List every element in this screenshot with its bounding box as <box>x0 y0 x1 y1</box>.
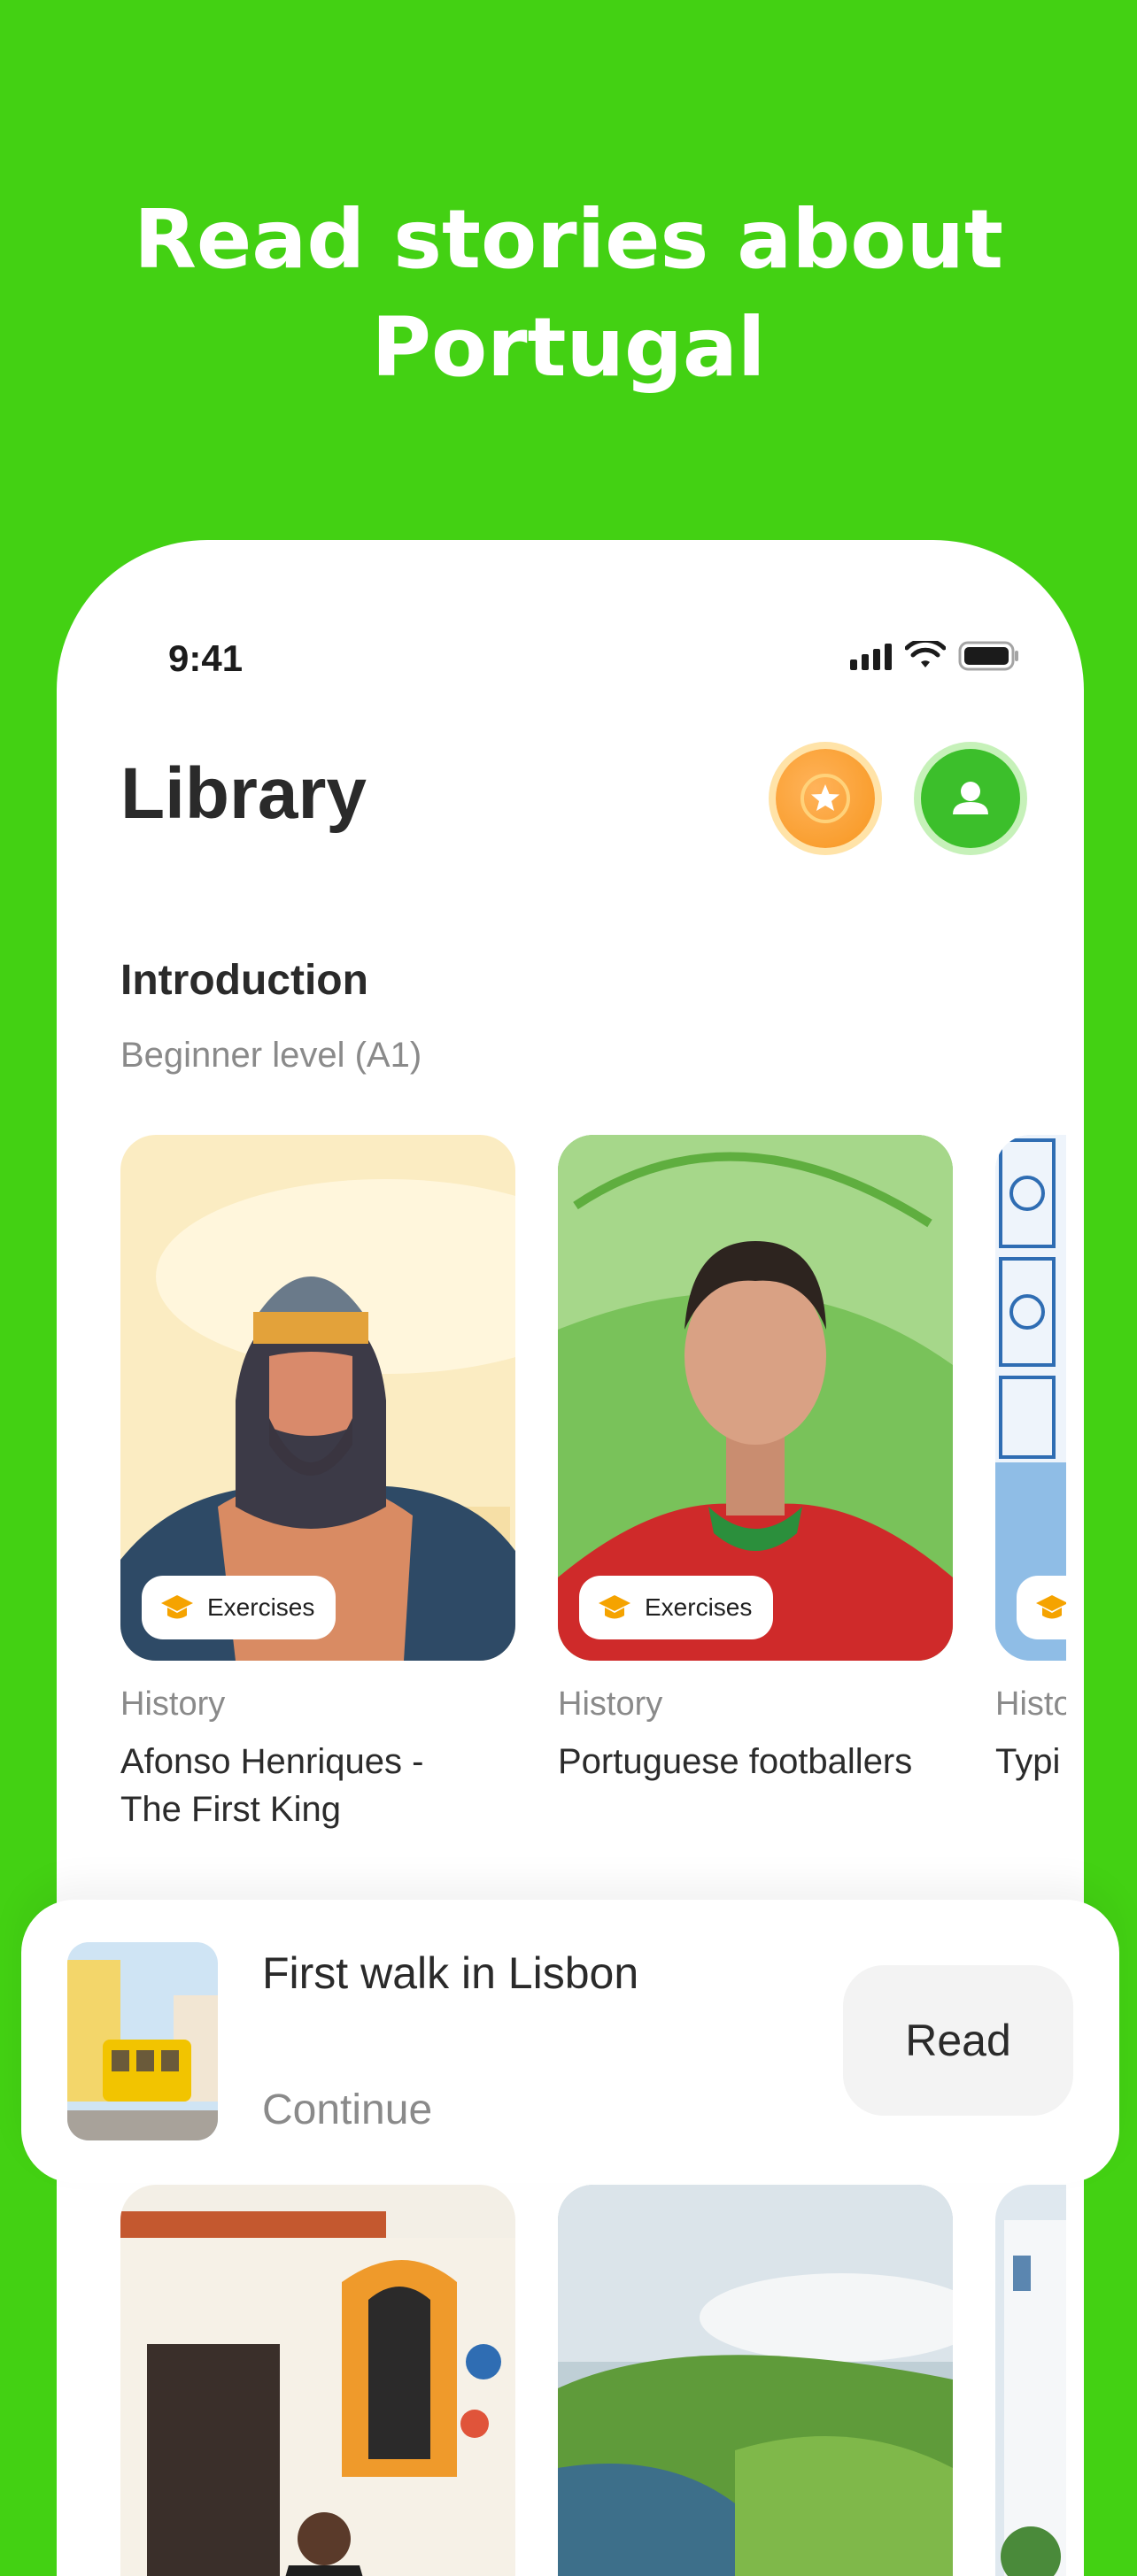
profile-icon <box>953 782 988 814</box>
star-icon <box>801 774 850 823</box>
story-title: Portuguese footballers <box>558 1742 913 1781</box>
story-card[interactable]: Exercises History Portuguese footballers <box>558 1135 953 1785</box>
exercises-badge-partial <box>1017 1576 1066 1639</box>
continue-reading-card[interactable]: First walk in Lisbon Continue Read <box>21 1900 1119 2183</box>
battery-icon <box>958 641 1018 671</box>
story-title: Afonso Henriques - The First King <box>120 1742 424 1829</box>
phone-frame: 9:41 Library Introduction Beginner level… <box>57 540 1084 2576</box>
badge-label: Exercises <box>207 1593 315 1621</box>
story-illustration-islands <box>558 2185 953 2576</box>
continue-story-title: First walk in Lisbon <box>262 1948 639 1998</box>
graduation-cap-icon <box>1036 1595 1066 1619</box>
story-category: Histo <box>995 1685 1066 1723</box>
headline-line-1: Read stories about <box>134 192 1003 287</box>
graduation-cap-icon <box>599 1595 630 1619</box>
headline-line-2: Portugal <box>371 300 766 395</box>
status-time: 9:41 <box>168 637 244 679</box>
story-illustration-king: Exercises <box>120 1135 515 1661</box>
wifi-icon <box>905 641 946 667</box>
lisbon-tram-thumbnail <box>67 1942 218 2140</box>
section-title: Introduction <box>120 957 368 1004</box>
cellular-signal-icon <box>850 644 892 670</box>
profile-button[interactable] <box>921 749 1020 848</box>
read-button[interactable]: Read <box>843 1965 1073 2116</box>
story-illustration-footballer: Exercises <box>558 1135 953 1661</box>
continue-label: Continue <box>262 2086 433 2133</box>
page-title: Library <box>120 753 367 834</box>
section-subtitle: Beginner level (A1) <box>120 1036 422 1075</box>
exercises-badge: Exercises <box>142 1576 336 1639</box>
status-icons <box>850 641 1020 671</box>
graduation-cap-icon <box>161 1595 193 1619</box>
story-illustration-tiles <box>995 1135 1066 1661</box>
story-category: History <box>120 1685 226 1723</box>
badge-label: Exercises <box>645 1593 753 1621</box>
story-category: History <box>558 1685 663 1723</box>
exercises-badge: Exercises <box>579 1576 774 1639</box>
story-card[interactable]: Histo Typi <box>995 1135 1066 1785</box>
story-illustration-fado <box>120 2185 515 2576</box>
story-illustration-building <box>995 2185 1066 2576</box>
story-card[interactable]: Exercises History Afonso Henriques - The… <box>120 1135 515 1833</box>
streak-button[interactable] <box>776 749 875 848</box>
story-title: Typi <box>995 1742 1061 1781</box>
marketing-headline: Read stories about Portugal <box>0 186 1137 402</box>
